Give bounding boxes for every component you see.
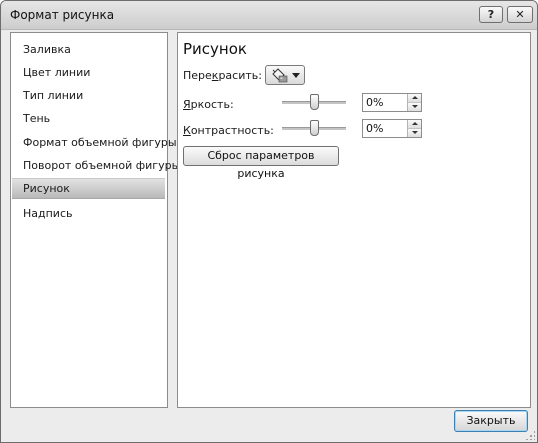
close-button[interactable]: Закрыть xyxy=(454,410,528,432)
picture-settings-panel: Рисунок Перекрасить: Яркость: 0% Контрас… xyxy=(177,32,531,408)
decrement-arrow-icon[interactable] xyxy=(408,129,421,137)
sidebar-item-3d-rotation[interactable]: Поворот объемной фигуры xyxy=(12,155,180,176)
sidebar-item-text-box[interactable]: Надпись xyxy=(12,203,165,224)
sidebar-item-line-style[interactable]: Тип линии xyxy=(12,85,165,106)
title-bar[interactable]: Формат рисунка ? ✕ xyxy=(1,1,537,30)
dialog-title: Формат рисунка xyxy=(10,8,115,22)
sidebar-item-line-color[interactable]: Цвет линии xyxy=(12,62,165,83)
sidebar-item-shadow[interactable]: Тень xyxy=(12,108,165,129)
contrast-label: Контрастность: xyxy=(183,124,274,137)
panel-title: Рисунок xyxy=(183,40,247,58)
sidebar-item-picture[interactable]: Рисунок xyxy=(12,178,165,199)
reset-picture-button[interactable]: Сброс параметров рисунка xyxy=(183,146,339,180)
decrement-arrow-icon[interactable] xyxy=(408,103,421,111)
close-icon: ✕ xyxy=(515,8,525,21)
brightness-label: Яркость: xyxy=(183,98,234,111)
recolor-dropdown-button[interactable] xyxy=(265,65,305,85)
sidebar-item-fill[interactable]: Заливка xyxy=(12,39,165,60)
brightness-slider[interactable] xyxy=(282,94,346,110)
paint-bucket-icon xyxy=(272,68,288,83)
help-icon: ? xyxy=(487,8,495,21)
contrast-input[interactable] xyxy=(366,120,402,137)
sidebar-item-3d-format[interactable]: Формат объемной фигуры xyxy=(12,132,177,153)
category-list: Заливка Цвет линии Тип линии Тень Формат… xyxy=(10,32,180,408)
slider-thumb[interactable] xyxy=(310,120,319,136)
contrast-slider[interactable] xyxy=(282,120,346,136)
brightness-input[interactable] xyxy=(366,94,402,111)
help-button[interactable]: ? xyxy=(479,6,503,23)
brightness-spinner[interactable] xyxy=(362,93,422,112)
recolor-label: Перекрасить: xyxy=(183,69,262,82)
chevron-down-icon xyxy=(292,73,300,78)
dialog-body: Заливка Цвет линии Тип линии Тень Формат… xyxy=(1,30,537,442)
close-window-button[interactable]: ✕ xyxy=(507,6,533,23)
increment-arrow-icon[interactable] xyxy=(408,94,421,103)
slider-thumb[interactable] xyxy=(310,94,319,110)
contrast-spinner[interactable] xyxy=(362,119,422,138)
increment-arrow-icon[interactable] xyxy=(408,120,421,129)
format-picture-dialog: Формат рисунка ? ✕ Заливка Цвет линии Ти… xyxy=(0,0,538,443)
